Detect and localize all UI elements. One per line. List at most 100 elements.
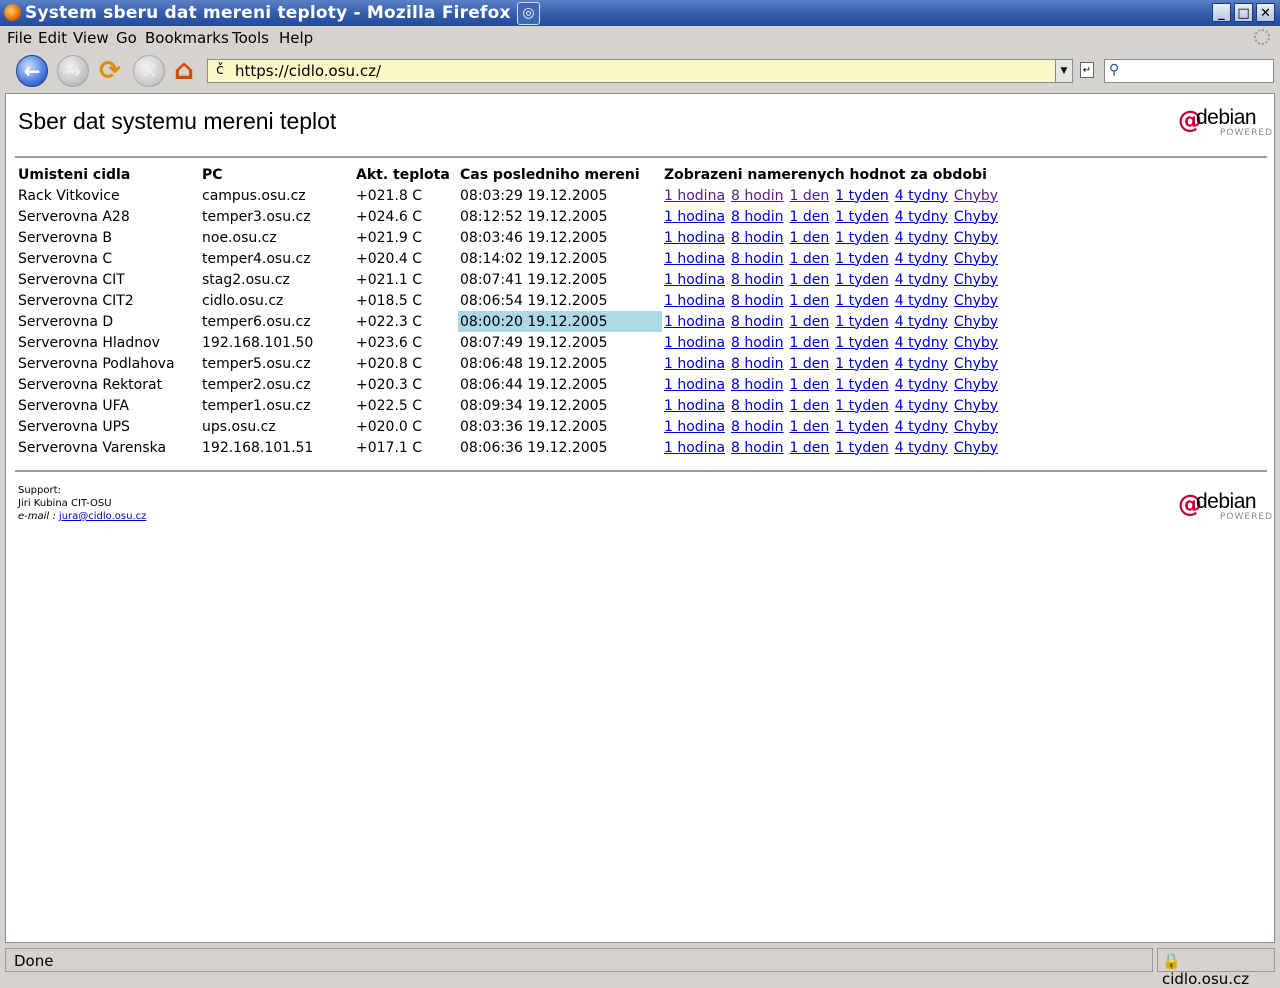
history-link[interactable]: 4 tydny xyxy=(895,377,948,393)
history-link[interactable]: Chyby xyxy=(954,293,998,309)
forward-arrow-icon[interactable]: → xyxy=(57,55,89,87)
history-link[interactable]: 1 den xyxy=(789,230,829,246)
history-link[interactable]: 8 hodin xyxy=(731,209,783,225)
history-link[interactable]: 1 den xyxy=(789,419,829,435)
window-swirl-icon[interactable]: ◎ xyxy=(517,2,540,25)
url-text[interactable]: https://cidlo.osu.cz/ xyxy=(235,62,381,80)
minimize-button[interactable]: _ xyxy=(1212,3,1231,22)
history-link[interactable]: 8 hodin xyxy=(731,314,783,330)
history-link[interactable]: 4 tydny xyxy=(895,209,948,225)
history-link[interactable]: 1 tyden xyxy=(835,230,889,246)
history-link[interactable]: 1 hodina xyxy=(664,440,725,456)
history-link[interactable]: Chyby xyxy=(954,251,998,267)
history-link[interactable]: 1 hodina xyxy=(664,188,725,204)
go-button[interactable]: ↵ xyxy=(1080,62,1094,78)
history-link[interactable]: 1 hodina xyxy=(664,209,725,225)
history-link[interactable]: 1 tyden xyxy=(835,314,889,330)
history-link[interactable]: 4 tydny xyxy=(895,398,948,414)
history-link[interactable]: 1 tyden xyxy=(835,419,889,435)
history-link[interactable]: 4 tydny xyxy=(895,293,948,309)
history-link[interactable]: 1 hodina xyxy=(664,293,725,309)
menu-view[interactable]: View xyxy=(73,29,109,47)
history-link[interactable]: 8 hodin xyxy=(731,419,783,435)
history-link[interactable]: 8 hodin xyxy=(731,356,783,372)
history-link[interactable]: 1 den xyxy=(789,314,829,330)
history-link[interactable]: 8 hodin xyxy=(731,398,783,414)
history-link[interactable]: 1 den xyxy=(789,335,829,351)
history-link[interactable]: 4 tydny xyxy=(895,272,948,288)
history-link[interactable]: 1 den xyxy=(789,398,829,414)
history-link[interactable]: 1 tyden xyxy=(835,272,889,288)
history-link[interactable]: Chyby xyxy=(954,188,998,204)
history-link[interactable]: 1 tyden xyxy=(835,251,889,267)
history-link[interactable]: Chyby xyxy=(954,209,998,225)
history-link[interactable]: 1 tyden xyxy=(835,188,889,204)
history-link[interactable]: 1 tyden xyxy=(835,335,889,351)
menu-help[interactable]: Help xyxy=(279,29,313,47)
support-email-link[interactable]: jura@cidlo.osu.cz xyxy=(59,511,146,522)
history-link[interactable]: Chyby xyxy=(954,335,998,351)
history-link[interactable]: 8 hodin xyxy=(731,251,783,267)
close-button[interactable]: ✕ xyxy=(1256,3,1275,22)
history-link[interactable]: 8 hodin xyxy=(731,272,783,288)
menu-bookmarks[interactable]: Bookmarks xyxy=(145,29,229,47)
reload-icon[interactable]: ⟳ xyxy=(94,55,126,87)
history-link[interactable]: 1 den xyxy=(789,209,829,225)
menu-file[interactable]: File xyxy=(7,29,32,47)
history-link[interactable]: Chyby xyxy=(954,230,998,246)
history-link[interactable]: 1 hodina xyxy=(664,251,725,267)
url-dropdown-icon[interactable]: ▼ xyxy=(1055,60,1072,82)
history-link[interactable]: 4 tydny xyxy=(895,230,948,246)
back-arrow-icon[interactable]: ← xyxy=(16,55,48,87)
history-link[interactable]: 8 hodin xyxy=(731,335,783,351)
history-link[interactable]: 4 tydny xyxy=(895,251,948,267)
security-indicator[interactable]: 🔒cidlo.osu.cz xyxy=(1157,948,1275,988)
history-link[interactable]: 1 den xyxy=(789,272,829,288)
history-link[interactable]: 1 hodina xyxy=(664,335,725,351)
history-link[interactable]: 1 den xyxy=(789,440,829,456)
history-link[interactable]: 1 den xyxy=(789,251,829,267)
history-link[interactable]: 1 tyden xyxy=(835,209,889,225)
history-link[interactable]: 1 den xyxy=(789,377,829,393)
search-input[interactable]: ⚲ xyxy=(1104,59,1274,83)
history-link[interactable]: 8 hodin xyxy=(731,377,783,393)
history-link[interactable]: 1 den xyxy=(789,356,829,372)
history-link[interactable]: Chyby xyxy=(954,356,998,372)
history-link[interactable]: 1 hodina xyxy=(664,356,725,372)
maximize-button[interactable]: □ xyxy=(1234,3,1253,22)
stop-icon[interactable]: ✕ xyxy=(133,55,165,87)
history-link[interactable]: 4 tydny xyxy=(895,440,948,456)
history-link[interactable]: 1 hodina xyxy=(664,419,725,435)
history-link[interactable]: Chyby xyxy=(954,398,998,414)
history-link[interactable]: 1 tyden xyxy=(835,293,889,309)
history-link[interactable]: 4 tydny xyxy=(895,356,948,372)
home-icon[interactable]: ⌂ xyxy=(168,55,200,87)
history-link[interactable]: 4 tydny xyxy=(895,419,948,435)
menu-tools[interactable]: Tools xyxy=(232,29,269,47)
history-link[interactable]: 1 hodina xyxy=(664,398,725,414)
history-link[interactable]: Chyby xyxy=(954,377,998,393)
history-link[interactable]: 1 hodina xyxy=(664,230,725,246)
history-link[interactable]: 8 hodin xyxy=(731,230,783,246)
history-link[interactable]: 1 tyden xyxy=(835,398,889,414)
history-link[interactable]: 1 hodina xyxy=(664,377,725,393)
history-link[interactable]: Chyby xyxy=(954,440,998,456)
history-link[interactable]: 1 den xyxy=(789,293,829,309)
history-link[interactable]: 1 tyden xyxy=(835,356,889,372)
history-link[interactable]: Chyby xyxy=(954,272,998,288)
url-bar[interactable]: č https://cidlo.osu.cz/ ▼ xyxy=(207,59,1073,83)
menu-edit[interactable]: Edit xyxy=(38,29,67,47)
history-link[interactable]: 4 tydny xyxy=(895,188,948,204)
history-link[interactable]: 4 tydny xyxy=(895,314,948,330)
history-link[interactable]: 1 hodina xyxy=(664,314,725,330)
history-link[interactable]: 1 tyden xyxy=(835,440,889,456)
history-link[interactable]: Chyby xyxy=(954,314,998,330)
menu-go[interactable]: Go xyxy=(116,29,137,47)
history-link[interactable]: 1 hodina xyxy=(664,272,725,288)
history-link[interactable]: 8 hodin xyxy=(731,293,783,309)
history-link[interactable]: 1 tyden xyxy=(835,377,889,393)
history-link[interactable]: 8 hodin xyxy=(731,188,783,204)
history-link[interactable]: 4 tydny xyxy=(895,335,948,351)
history-link[interactable]: Chyby xyxy=(954,419,998,435)
history-link[interactable]: 8 hodin xyxy=(731,440,783,456)
